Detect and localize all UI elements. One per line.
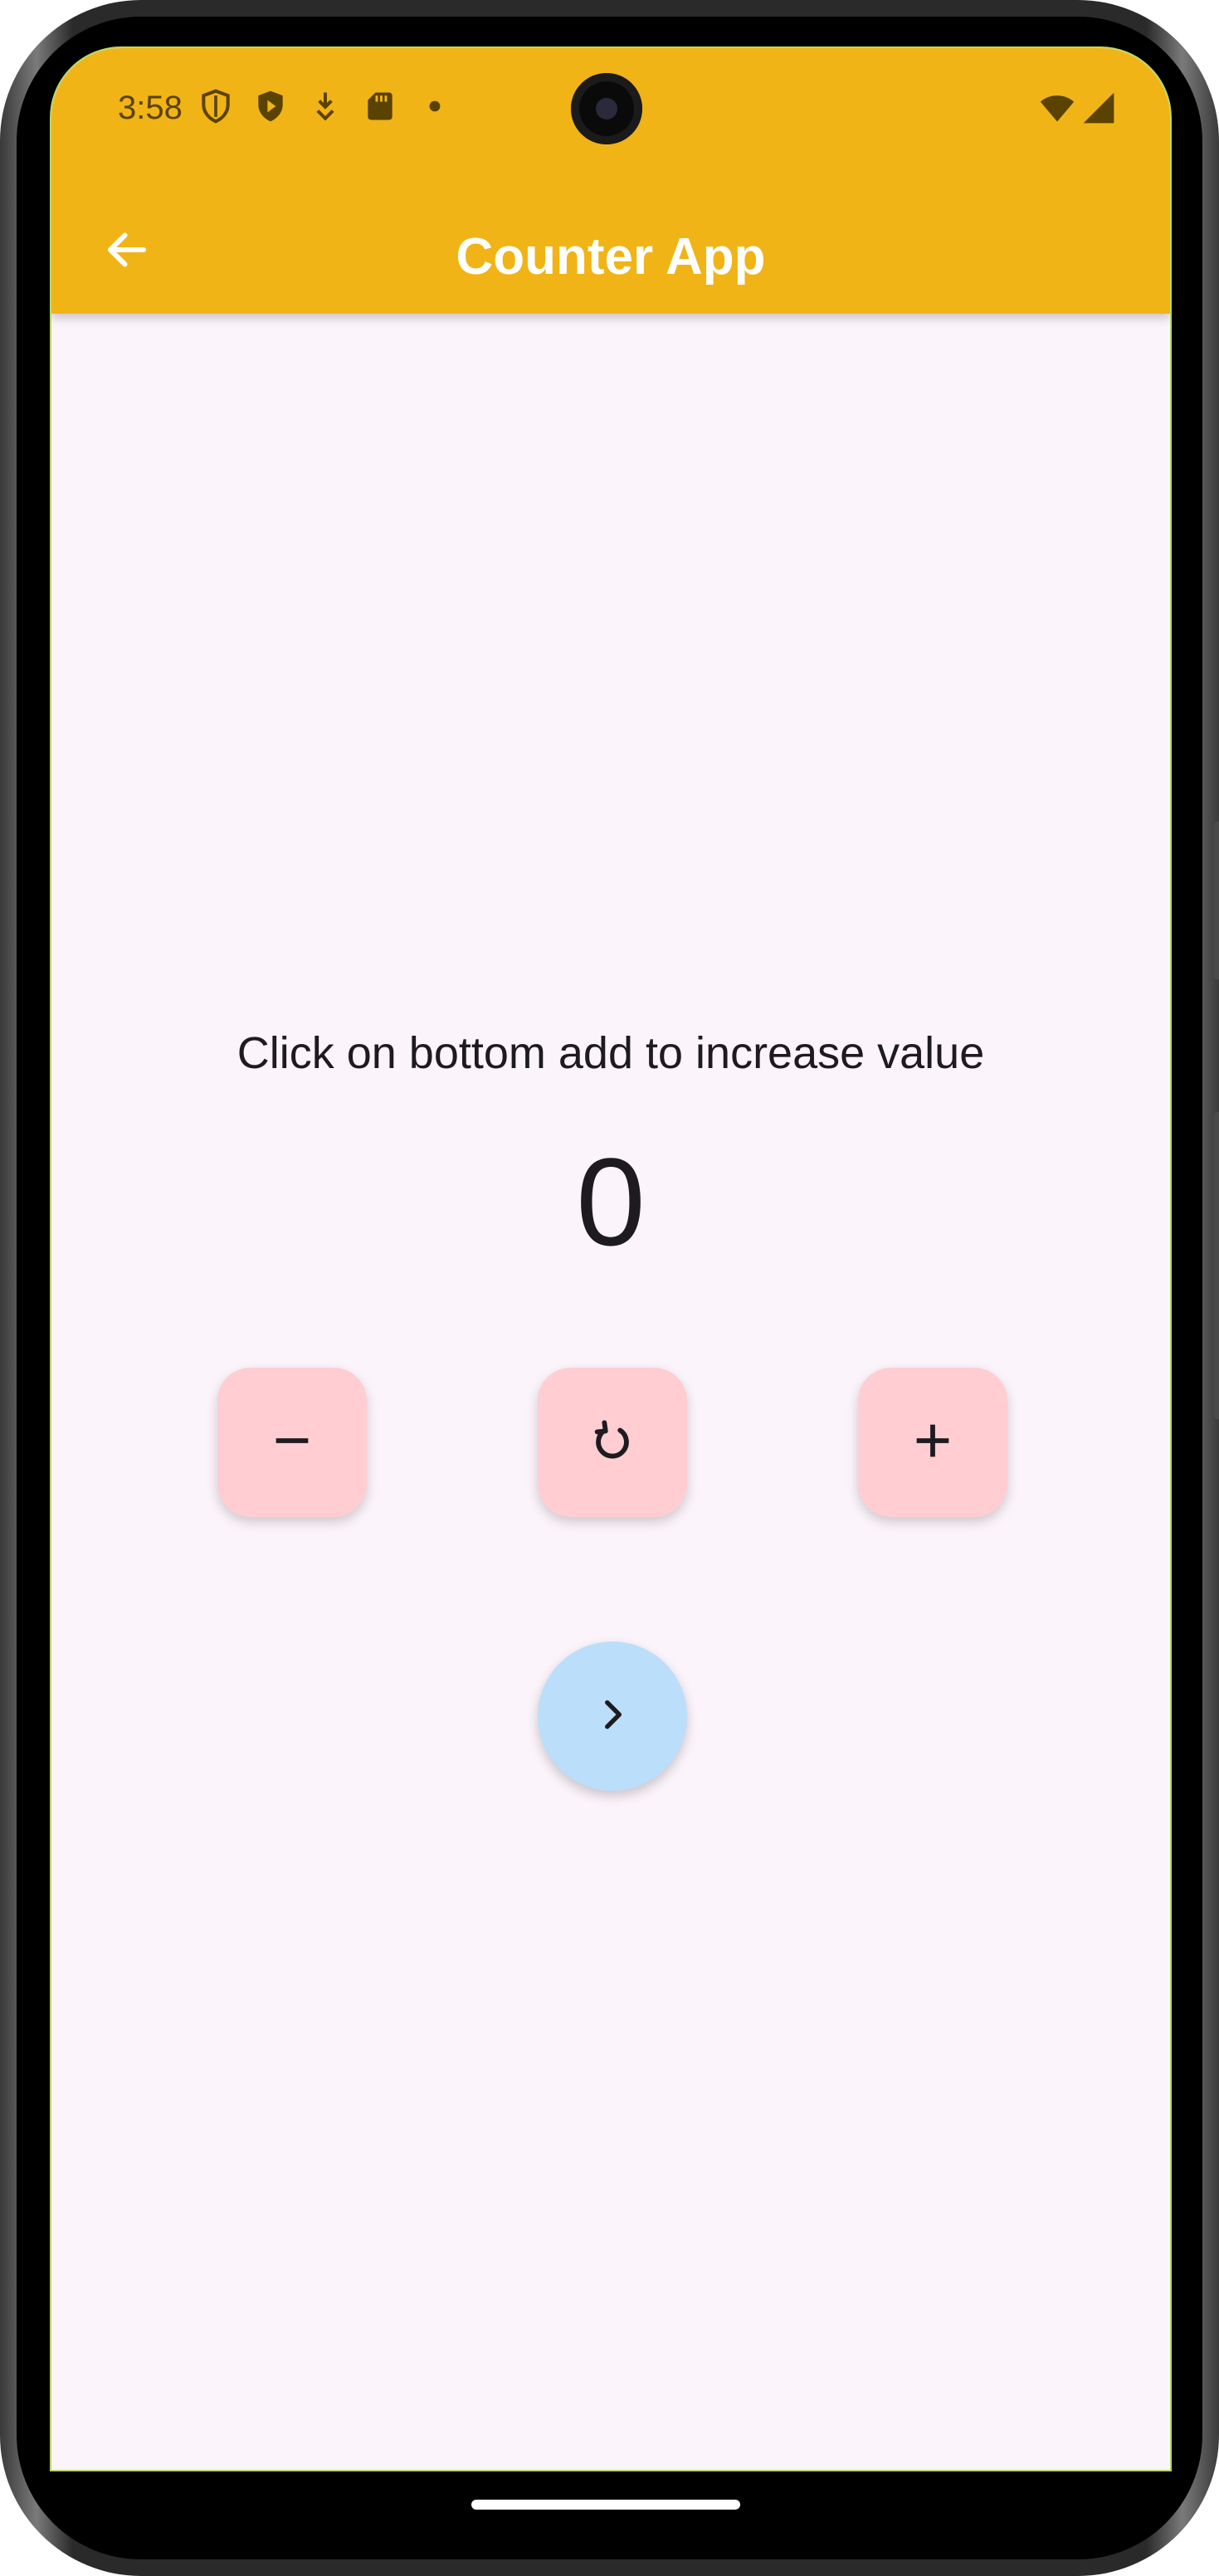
volume-button xyxy=(1214,822,1219,979)
minus-icon xyxy=(268,1417,316,1469)
sd-card-icon xyxy=(362,88,398,129)
power-button xyxy=(1214,1112,1219,1419)
dot-icon xyxy=(417,88,453,129)
status-notification-icons xyxy=(197,88,453,129)
signal-icon xyxy=(1080,90,1117,130)
refresh-icon xyxy=(588,1417,636,1469)
app-title: Counter App xyxy=(456,228,766,285)
play-protect-icon xyxy=(252,88,289,129)
chevron-right-icon xyxy=(592,1694,633,1739)
home-indicator[interactable] xyxy=(471,2500,740,2510)
shield-icon xyxy=(197,88,234,129)
counter-value: 0 xyxy=(576,1132,646,1271)
instruction-text: Click on bottom add to increase value xyxy=(236,1028,985,1078)
download-icon xyxy=(307,88,344,129)
front-camera xyxy=(571,73,642,144)
wifi-icon xyxy=(1039,90,1075,130)
next-button[interactable] xyxy=(538,1642,687,1791)
increment-button[interactable] xyxy=(858,1368,1007,1517)
status-time: 3:58 xyxy=(118,90,183,126)
decrement-button[interactable] xyxy=(217,1368,367,1517)
app-screen: 3:58 Counter App Click on bottom add to … xyxy=(50,46,1172,2471)
status-system-icons xyxy=(1039,90,1117,130)
reset-button[interactable] xyxy=(538,1368,687,1517)
phone-frame: 3:58 Counter App Click on bottom add to … xyxy=(0,0,1219,2576)
plus-icon xyxy=(909,1417,957,1469)
